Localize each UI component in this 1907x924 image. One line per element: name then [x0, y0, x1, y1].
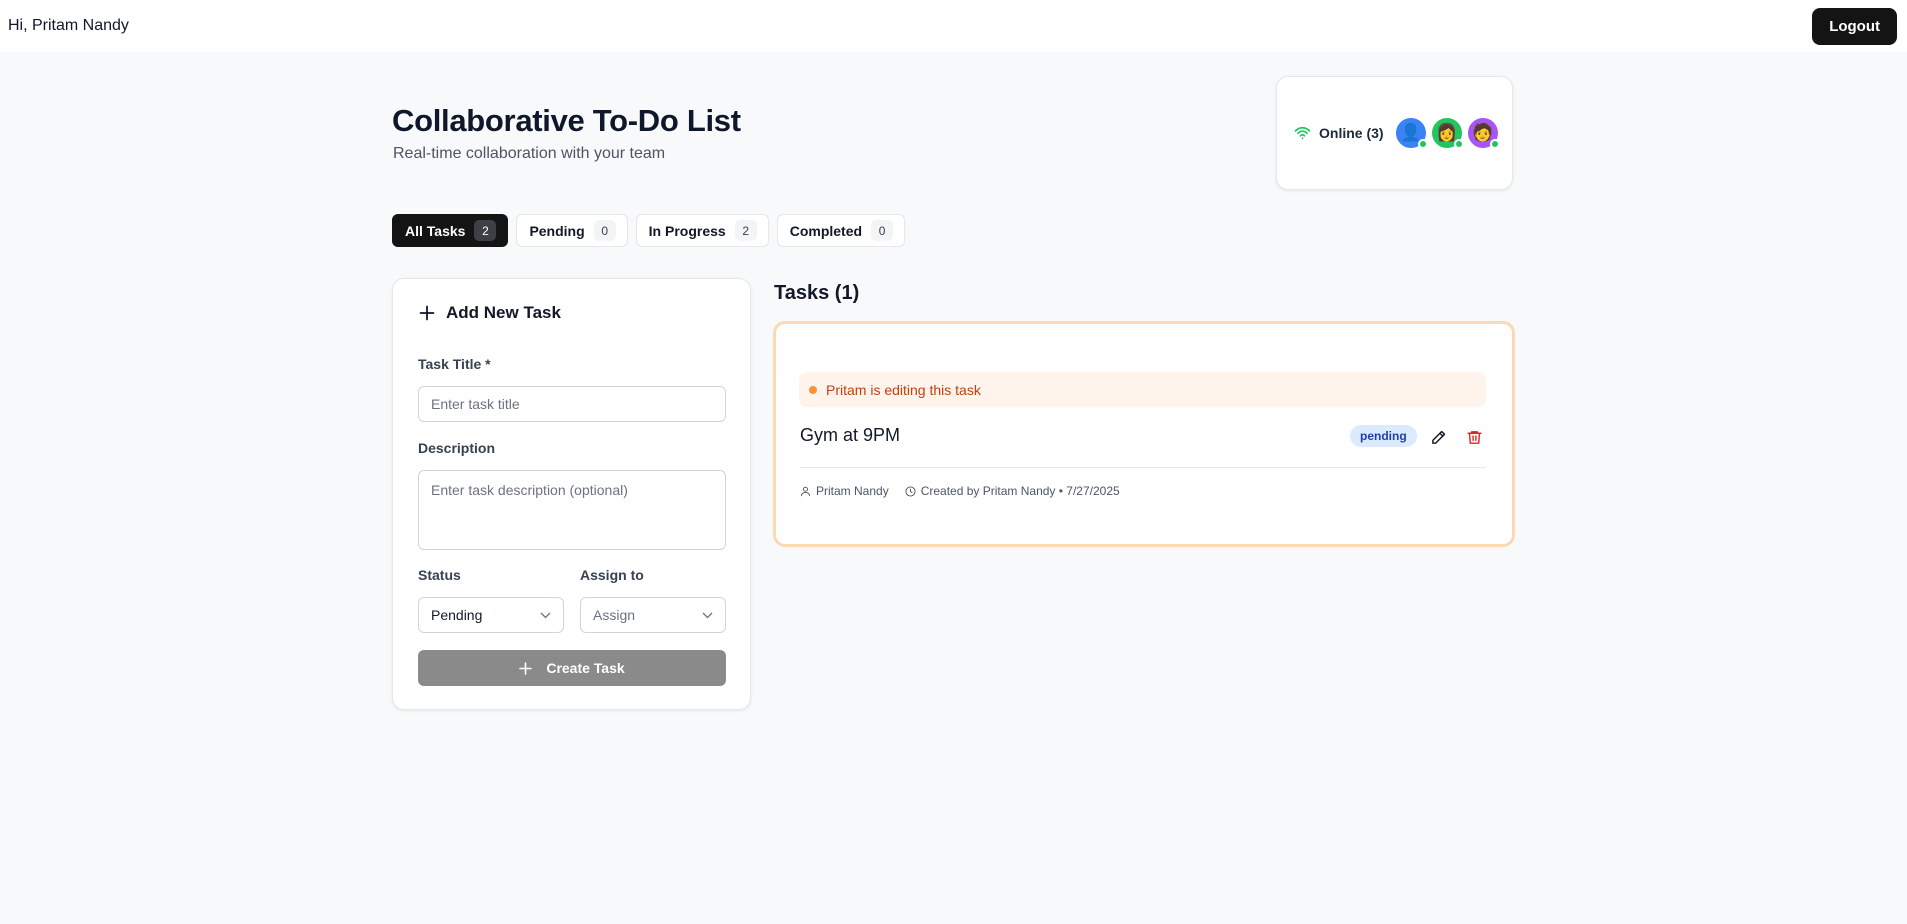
tab-count-badge: 2 — [474, 220, 497, 241]
add-task-form: Add New Task Task Title * Description St… — [392, 278, 751, 710]
form-heading: Add New Task — [419, 303, 561, 323]
task-meta: Pritam Nandy Created by Pritam Nandy • 7… — [800, 484, 1136, 498]
edit-task-button[interactable] — [1426, 425, 1450, 449]
online-status-dot — [1417, 139, 1428, 149]
status-select[interactable]: Pending — [418, 597, 564, 633]
online-count: Online (3) — [1319, 125, 1384, 141]
tab-label: All Tasks — [405, 222, 466, 239]
user-icon — [800, 486, 811, 496]
avatar[interactable]: 👩 — [1429, 116, 1464, 150]
tab-count-badge: 0 — [871, 220, 894, 241]
tab-label: Pending — [529, 222, 585, 239]
tab-label: Completed — [789, 222, 863, 239]
assign-label: Assign to — [580, 567, 644, 583]
wifi-icon — [1294, 126, 1311, 140]
status-badge: pending — [1350, 425, 1417, 447]
chevron-down-icon — [702, 612, 713, 618]
task-card[interactable]: Pritam is editing this task Gym at 9PM p… — [773, 321, 1515, 547]
avatar[interactable]: 🧑 — [1465, 116, 1500, 150]
page-subtitle: Real-time collaboration with your team — [393, 145, 666, 162]
editing-dot — [809, 385, 817, 394]
tab-label: In Progress — [648, 222, 726, 239]
pencil-icon — [1431, 430, 1445, 444]
task-title-input[interactable] — [418, 386, 726, 422]
logout-button[interactable]: Logout — [1812, 7, 1897, 45]
description-textarea[interactable] — [418, 470, 726, 550]
filter-tabs: All Tasks 2 Pending 0 In Progress 2 Comp… — [392, 214, 906, 247]
task-created: Created by Pritam Nandy • 7/27/2025 — [905, 484, 1120, 498]
description-label: Description — [418, 440, 496, 456]
plus-icon — [419, 305, 435, 321]
create-task-label: Create Task — [546, 660, 625, 676]
online-status-dot — [1489, 139, 1500, 149]
task-title: Gym at 9PM — [800, 425, 901, 445]
avatar-emoji: 👤 — [1399, 123, 1422, 142]
status-label: Status — [418, 567, 461, 583]
tab-completed[interactable]: Completed 0 — [776, 214, 906, 247]
delete-task-button[interactable] — [1462, 425, 1486, 449]
assign-select-placeholder: Assign — [593, 607, 636, 623]
tab-in-progress[interactable]: In Progress 2 — [635, 214, 769, 247]
editing-indicator: Pritam is editing this task — [799, 372, 1486, 407]
avatar-emoji: 🧑 — [1471, 123, 1494, 142]
tab-pending[interactable]: Pending 0 — [516, 214, 628, 247]
chevron-down-icon — [540, 612, 551, 618]
clock-icon — [905, 485, 916, 497]
editing-text: Pritam is editing this task — [826, 381, 981, 398]
task-assignee: Pritam Nandy — [800, 484, 889, 498]
plus-icon — [519, 661, 533, 675]
status-select-value: Pending — [431, 607, 483, 623]
task-title-label: Task Title * — [418, 356, 491, 372]
user-greeting: Hi, Pritam Nandy — [8, 17, 129, 34]
assignee-name: Pritam Nandy — [816, 484, 889, 498]
tab-count-badge: 0 — [593, 220, 616, 241]
create-task-button[interactable]: Create Task — [418, 650, 726, 686]
avatar-group: 👤 👩 🧑 — [1393, 116, 1500, 150]
trash-icon — [1466, 430, 1482, 444]
tab-count-badge: 2 — [734, 220, 757, 241]
top-bar: Hi, Pritam Nandy Logout — [0, 0, 1907, 52]
form-heading-text: Add New Task — [446, 303, 561, 322]
created-info: Created by Pritam Nandy • 7/27/2025 — [920, 484, 1120, 498]
page-title: Collaborative To-Do List — [392, 103, 741, 138]
online-status-dot — [1453, 139, 1464, 149]
task-divider — [800, 467, 1486, 468]
online-users-card: Online (3) 👤 👩 🧑 — [1276, 76, 1513, 190]
tab-all-tasks[interactable]: All Tasks 2 — [392, 214, 509, 247]
avatar[interactable]: 👤 — [1393, 116, 1428, 150]
assign-select[interactable]: Assign — [580, 597, 726, 633]
avatar-emoji: 👩 — [1435, 123, 1458, 142]
tasks-heading: Tasks (1) — [774, 282, 860, 304]
